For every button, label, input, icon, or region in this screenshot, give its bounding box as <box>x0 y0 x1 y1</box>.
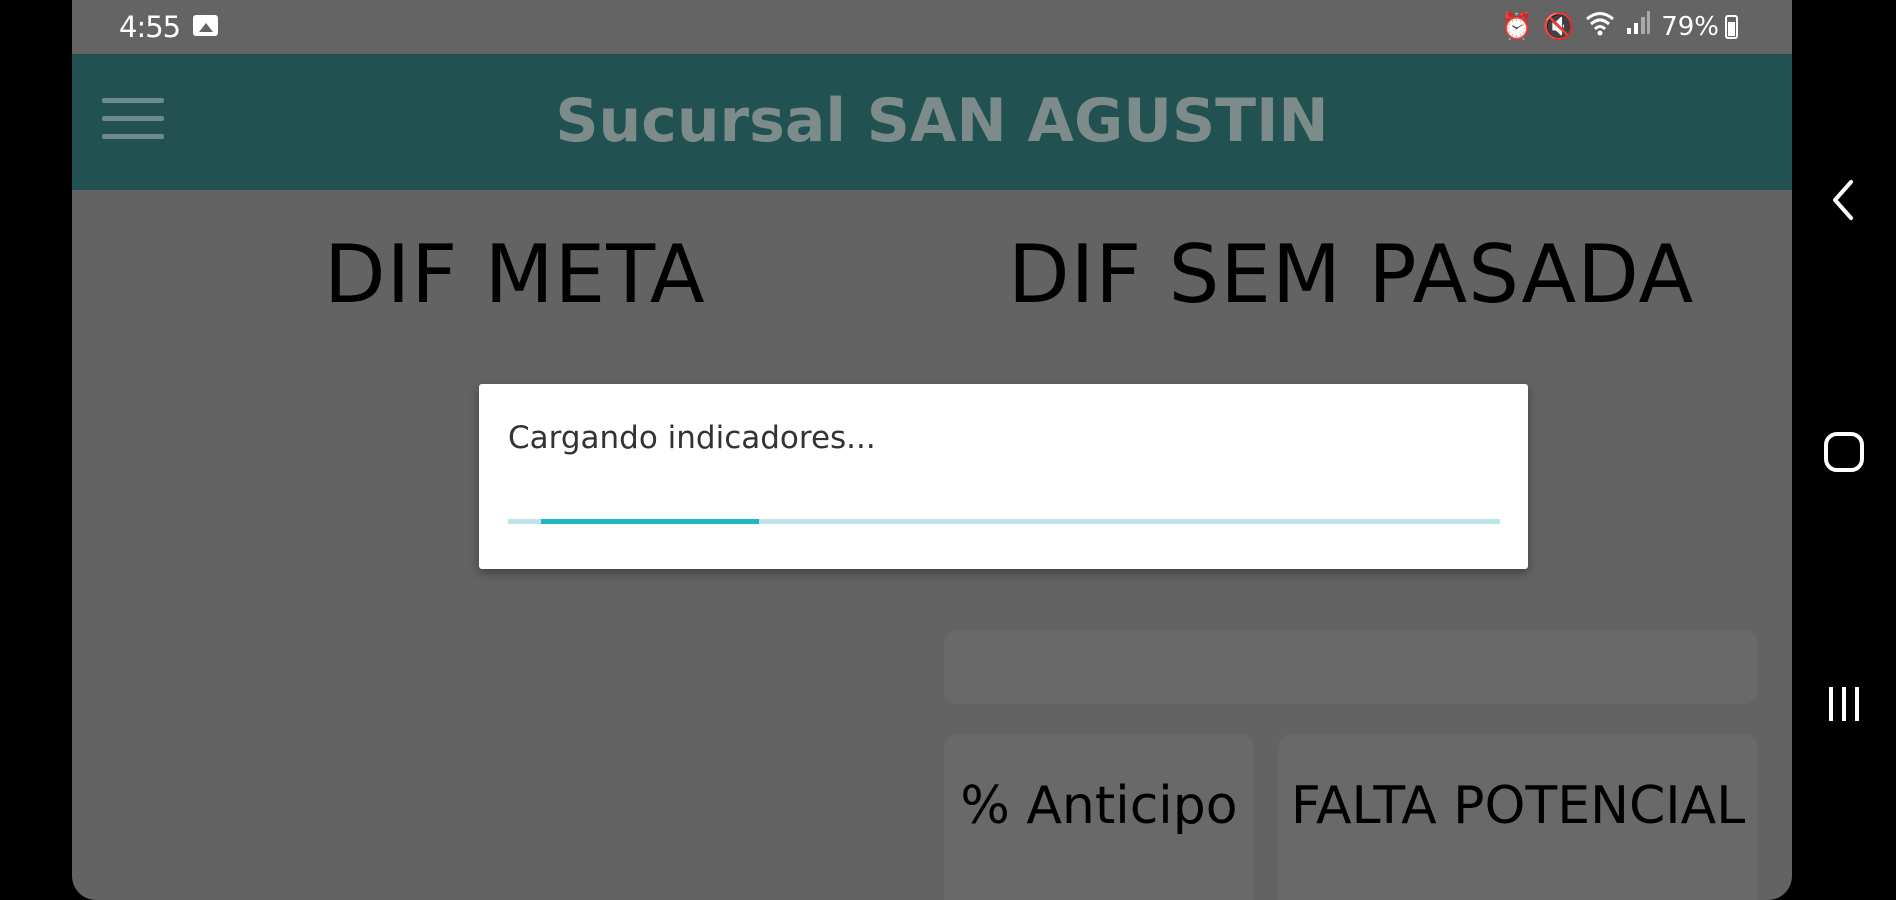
app-bar: Sucursal SAN AGUSTIN <box>72 54 1792 190</box>
status-icons: ⏰ 🔇 79% <box>1500 10 1738 44</box>
alarm-icon: ⏰ <box>1500 12 1533 42</box>
back-icon[interactable] <box>1814 170 1874 230</box>
signal-icon <box>1625 10 1651 44</box>
navigation-bar <box>1792 0 1896 900</box>
card-falta-potencial-label: FALTA POTENCIAL <box>1290 776 1746 836</box>
gallery-icon <box>193 15 218 36</box>
card-falta-potencial[interactable]: FALTA POTENCIAL <box>1278 734 1758 900</box>
heading-dif-meta: DIF META <box>324 228 706 321</box>
status-time: 4:55 <box>119 10 181 44</box>
app-screen: 4:55 ⏰ 🔇 79% Sucursal SAN AGUSTIN DIF ME… <box>72 0 1792 900</box>
recent-apps-icon[interactable] <box>1814 674 1874 734</box>
status-bar: 4:55 ⏰ 🔇 79% <box>72 0 1792 54</box>
mute-icon: 🔇 <box>1542 12 1576 42</box>
loading-dialog: Cargando indicadores... <box>479 384 1528 569</box>
card-anticipo[interactable]: % Anticipo <box>944 734 1254 900</box>
loading-message: Cargando indicadores... <box>508 420 876 456</box>
card-anticipo-label: % Anticipo <box>960 776 1238 836</box>
battery-text: 79% <box>1661 12 1719 42</box>
wifi-icon <box>1585 10 1615 44</box>
heading-dif-sem-pasada: DIF SEM PASADA <box>1008 228 1695 321</box>
home-icon[interactable] <box>1814 422 1874 482</box>
progress-fill <box>541 519 759 524</box>
app-title: Sucursal SAN AGUSTIN <box>555 86 1329 156</box>
progress-track <box>508 519 1500 524</box>
battery-icon <box>1725 15 1738 39</box>
empty-panel-bar <box>944 630 1758 704</box>
